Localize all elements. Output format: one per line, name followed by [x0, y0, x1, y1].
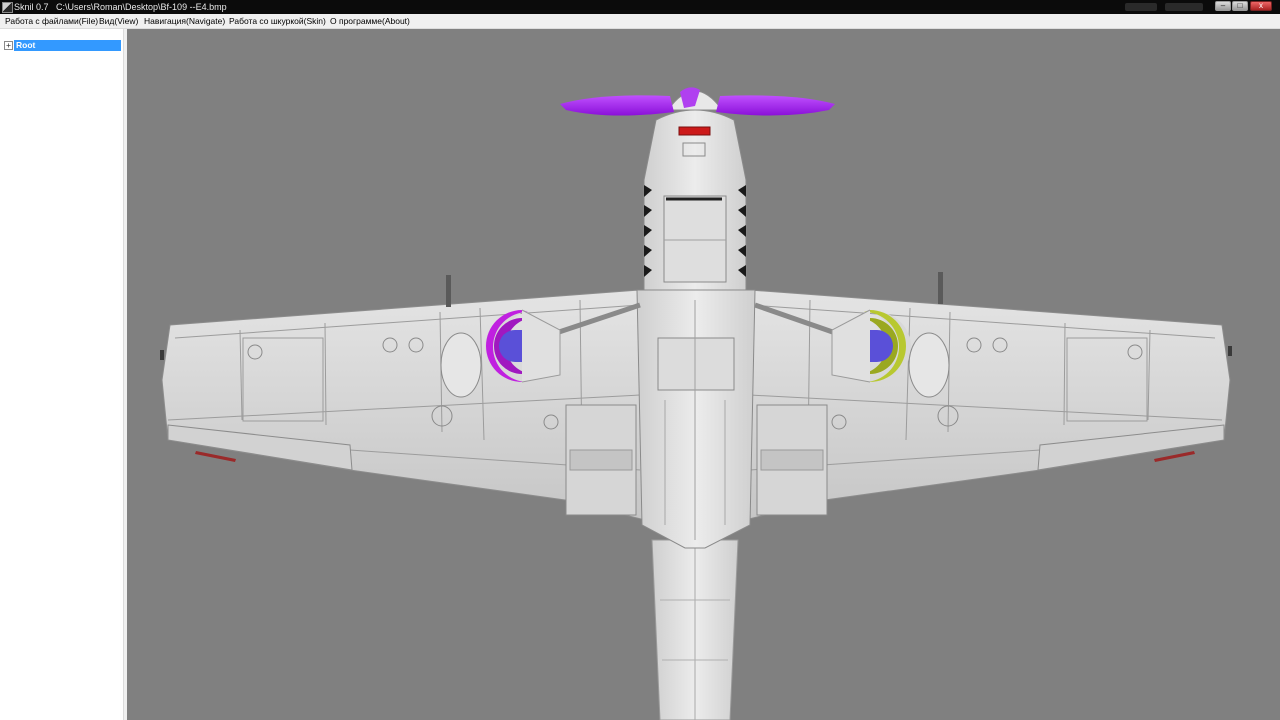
menu-about[interactable]: О программе(About) — [330, 14, 410, 28]
right-wing-fairing — [908, 332, 950, 398]
minimize-button[interactable]: ‒ — [1215, 1, 1231, 11]
right-wingtip-marker — [1154, 451, 1195, 462]
app-icon — [2, 2, 13, 13]
center-fuselage — [636, 289, 756, 549]
propeller-left-blade — [560, 95, 674, 116]
background-window-button — [1125, 3, 1157, 11]
window-title: Sknil 0.7 C:\Users\Roman\Desktop\Bf-109 … — [14, 2, 227, 12]
tree-panel[interactable]: + Root — [0, 29, 124, 720]
menu-view[interactable]: Вид(View) — [99, 14, 138, 28]
background-window-button — [1165, 3, 1203, 11]
aircraft-model — [160, 87, 1232, 720]
left-wingtip-marker — [195, 451, 236, 462]
menu-skin[interactable]: Работа со шкуркой(Skin) — [229, 14, 326, 28]
close-button[interactable]: x — [1250, 1, 1272, 11]
menu-navigate[interactable]: Навигация(Navigate) — [144, 14, 225, 28]
left-wing-fairing — [440, 332, 482, 398]
menu-file[interactable]: Работа с файлами(File) — [5, 14, 98, 28]
radiator-intake-marker — [678, 126, 711, 136]
tree-root-label[interactable]: Root — [14, 40, 121, 51]
window-title-bar[interactable]: Sknil 0.7 C:\Users\Roman\Desktop\Bf-109 … — [0, 0, 1280, 14]
tree-expand-icon[interactable]: + — [4, 41, 13, 50]
3d-viewport[interactable] — [127, 29, 1280, 720]
propeller-right-blade — [716, 95, 835, 116]
maximize-button[interactable]: □ — [1232, 1, 1248, 11]
tree-root-node[interactable]: + Root — [0, 40, 121, 51]
menu-bar: Работа с файлами(File) Вид(View) Навигац… — [0, 14, 1280, 29]
